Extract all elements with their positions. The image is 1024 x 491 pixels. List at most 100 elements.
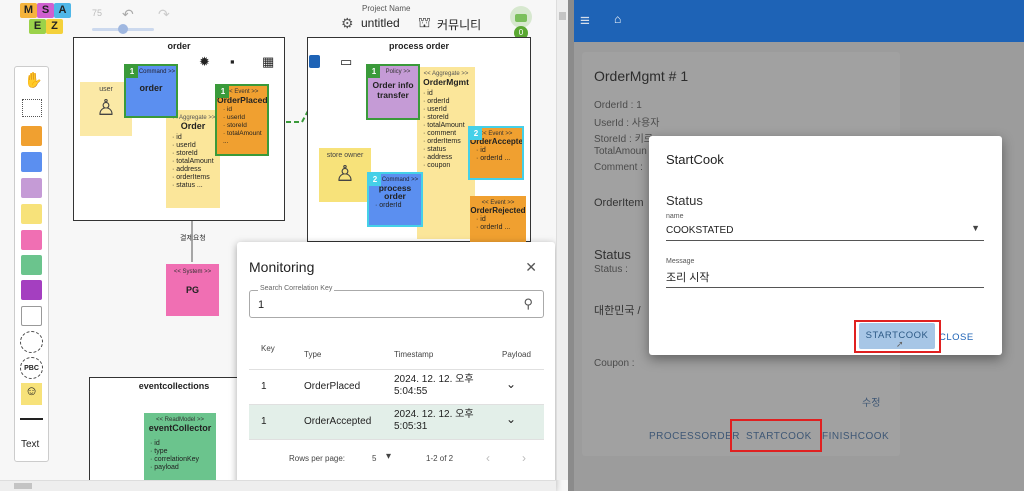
system-name: PG (185, 285, 199, 295)
person-icon: ♙ (335, 161, 355, 186)
message-field[interactable]: Message 조리 시작 (666, 258, 984, 288)
command-step-number: 1 (126, 66, 138, 78)
bc-toggle-icon[interactable] (309, 55, 320, 68)
system-stereotype: << System >> (173, 269, 212, 275)
ordermgmt-fields: id orderId userId storeId totalAmount co… (417, 90, 475, 170)
row-type: OrderAccepted (304, 416, 372, 427)
row-key: 1 (261, 416, 267, 427)
dropdown-arrow-icon[interactable]: ▼ (971, 223, 980, 233)
dialog-title: StartCook (666, 152, 724, 167)
monitor-icon[interactable]: ▭ (340, 54, 352, 70)
user-id-field: UserId : 사용자 (594, 118, 660, 129)
table-row-selected[interactable]: 1 OrderAccepted 2024. 12. 12. 오후 5:05:31… (249, 405, 544, 440)
name-select[interactable]: name COOKSTATED ▼ (666, 211, 984, 241)
actor-store-owner-note[interactable]: store owner ♙ (319, 148, 371, 202)
rows-per-page-select[interactable]: 5 (372, 454, 376, 463)
app-preview-panel: ≡ ⌂ OrderMgmt # 1 OrderId : 1 UserId : 사… (568, 0, 1024, 491)
command-name: order (139, 83, 163, 93)
policy-step-number: 1 (368, 66, 380, 78)
command-step-number: 2 (369, 174, 381, 186)
column-key: Key (261, 344, 275, 353)
column-timestamp: Timestamp (394, 350, 434, 359)
order-placed-fields: id userId storeId totalAmount ... (217, 106, 267, 146)
next-page-icon[interactable]: › (522, 451, 526, 465)
readmodel-fields: id type correlationKey payload (144, 440, 216, 472)
prev-page-icon[interactable]: ‹ (486, 451, 490, 465)
finishcook-button[interactable]: FINISHCOOK (822, 431, 889, 442)
monitoring-table: Key Type Timestamp Payload 1 OrderPlaced… (249, 336, 544, 440)
event-name: OrderRejected (470, 206, 526, 215)
row-key: 1 (261, 381, 267, 392)
startcook-highlight (730, 419, 822, 452)
search-icon[interactable]: ⚲ (523, 296, 533, 312)
order-info-transfer-policy[interactable]: 1 Policy >> Order info transfer (366, 64, 420, 120)
order-bc-title: order (167, 41, 191, 51)
pg-system[interactable]: << System >> PG (166, 264, 219, 316)
column-payload: Payload (502, 350, 531, 359)
ordermgmt-aggregate[interactable]: << Aggregate >> OrderMgmt id orderId use… (417, 67, 475, 239)
startcook-dialog: StartCook Status name COOKSTATED ▼ Messa… (649, 136, 1002, 355)
dropdown-arrow-icon[interactable]: ▾ (386, 451, 391, 462)
save-icon[interactable]: ▪ (230, 54, 235, 69)
status-section-title: Status (666, 193, 703, 208)
panel-divider (568, 0, 574, 491)
order-command[interactable]: 1 Command >> order (124, 64, 178, 118)
status-heading: Status (594, 247, 631, 262)
search-input[interactable]: 1 (258, 299, 264, 311)
row-type: OrderPlaced (304, 381, 361, 392)
expand-chevron-icon[interactable]: ⌄ (506, 413, 516, 425)
payment-request-label: 결제요청 (180, 235, 206, 242)
total-amount-field: TotalAmoun (594, 146, 647, 157)
coupon-field: Coupon : (594, 358, 635, 369)
order-item-heading: OrderItem (594, 197, 644, 209)
policy-name: Order info transfer (372, 80, 414, 100)
order-rejected-event[interactable]: << Event >> OrderRejected id orderId ... (470, 196, 526, 242)
expand-chevron-icon[interactable]: ⌄ (506, 378, 516, 390)
layout-icon[interactable]: ▦ (262, 54, 274, 70)
event-collector-readmodel[interactable]: << ReadModel >> eventCollector id type c… (144, 413, 216, 483)
order-id-field: OrderId : 1 (594, 100, 642, 111)
event-step-number: 1 (217, 86, 229, 98)
edit-button[interactable]: 수정 (862, 394, 880, 409)
process-order-command[interactable]: 2 Command >> process order orderId (367, 172, 423, 227)
page-range: 1-2 of 2 (426, 454, 454, 463)
address-field: 대한민국 / (594, 305, 641, 317)
order-aggregate-fields: id userId storeId totalAmount address or… (166, 134, 220, 190)
close-icon[interactable]: ✕ (525, 259, 537, 276)
order-aggregate[interactable]: << Aggregate >> Order id userId storeId … (166, 110, 220, 208)
status-field: Status : (594, 264, 628, 275)
monitoring-dialog: Monitoring ✕ Search Correlation Key 1 ⚲ … (237, 242, 555, 491)
message-label: Message (666, 258, 695, 265)
row-timestamp: 2024. 12. 12. 오후 5:05:31 (394, 409, 474, 432)
column-type: Type (304, 350, 322, 359)
eventcollections-bc-title: eventcollections (138, 381, 210, 391)
vertical-scrollbar[interactable] (556, 0, 568, 480)
event-storming-editor: M S A E Z 75 ↶ ↷ Project Name ⚙ untitled… (0, 0, 568, 491)
horizontal-scrollbar[interactable] (0, 480, 556, 491)
rows-per-page-label: Rows per page: (289, 454, 346, 463)
row-timestamp: 2024. 12. 12. 오후 5:04:55 (394, 374, 474, 397)
table-header: Key Type Timestamp Payload (249, 336, 544, 370)
message-input[interactable]: 조리 시작 (666, 269, 710, 285)
close-button[interactable]: CLOSE (939, 332, 974, 343)
search-label: Search Correlation Key (258, 285, 335, 292)
command-name: process order (378, 183, 412, 201)
monitoring-title: Monitoring (249, 259, 315, 275)
app-top-bar: ≡ ⌂ (568, 0, 1024, 42)
name-value: COOKSTATED (666, 225, 734, 236)
processorder-button[interactable]: PROCESSORDER (649, 431, 740, 442)
kubernetes-icon[interactable]: ✹ (199, 54, 210, 70)
home-icon[interactable]: ⌂ (614, 12, 621, 26)
name-label: name (666, 213, 684, 220)
store-id-field: StoreId : 키르 (594, 134, 653, 145)
order-rejected-fields: id orderId ... (470, 216, 526, 232)
readmodel-name: eventCollector (148, 423, 212, 433)
process-order-bc-title: process order (388, 41, 450, 51)
table-row[interactable]: 1 OrderPlaced 2024. 12. 12. 오후 5:04:55 ⌄ (249, 370, 544, 405)
actor-store-label: store owner (326, 152, 364, 159)
menu-icon[interactable]: ≡ (580, 12, 590, 29)
order-accepted-event[interactable]: 2 << Event >> OrderAccepted id orderId .… (468, 126, 524, 180)
correlation-key-search[interactable]: Search Correlation Key 1 ⚲ (249, 285, 544, 318)
order-placed-event[interactable]: 1 << Event >> OrderPlaced id userId stor… (215, 84, 269, 156)
card-title: OrderMgmt # 1 (594, 68, 689, 84)
